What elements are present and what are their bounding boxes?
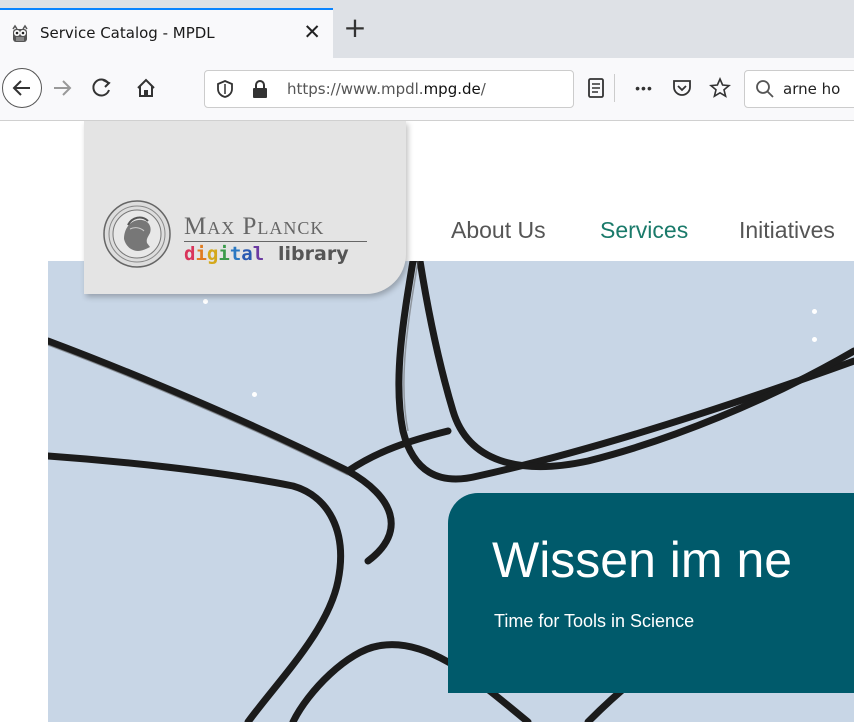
- search-bar[interactable]: arne ho: [744, 70, 854, 108]
- minerva-logo-icon: [103, 200, 171, 268]
- search-icon: [756, 80, 774, 98]
- decorative-dot: [252, 392, 257, 397]
- back-arrow-icon: [12, 80, 30, 96]
- logo-library-text: library: [278, 243, 349, 265]
- menu-item-initiatives[interactable]: Initiatives: [739, 217, 835, 244]
- site-logo[interactable]: Max Planck digital library: [84, 121, 406, 294]
- decorative-dot: [812, 337, 817, 342]
- logo-max-planck-text: Max Planck: [184, 213, 325, 240]
- tab-title: Service Catalog - MPDL: [40, 24, 215, 42]
- hero-title: Wissen im ne: [492, 532, 793, 588]
- pocket-icon: [673, 80, 691, 96]
- reader-view-icon: [588, 78, 604, 98]
- reload-button[interactable]: [86, 72, 118, 104]
- reload-icon: [92, 78, 111, 97]
- pocket-button[interactable]: [666, 72, 698, 104]
- page-actions-icon[interactable]: •••: [624, 72, 664, 104]
- decorative-dot: [203, 299, 208, 304]
- tab-service-catalog[interactable]: Service Catalog - MPDL ✕: [0, 8, 333, 58]
- toolbar-divider: [614, 74, 615, 102]
- menu-item-services[interactable]: Services: [600, 217, 688, 244]
- tab-strip: Service Catalog - MPDL ✕ +: [0, 0, 854, 58]
- home-icon: [137, 78, 155, 97]
- search-input[interactable]: arne ho: [783, 80, 840, 98]
- decorative-dot: [812, 309, 817, 314]
- url-text: https://www.mpdl.mpg.de/: [287, 80, 486, 98]
- new-tab-button[interactable]: +: [340, 14, 370, 44]
- shield-icon[interactable]: [215, 79, 235, 99]
- back-button[interactable]: [2, 68, 42, 108]
- hero-text-card: Wissen im ne Time for Tools in Science: [448, 493, 854, 693]
- bookmark-star-icon: [709, 77, 731, 98]
- navigation-toolbar: https://www.mpdl.mpg.de/ ••• arne ho: [0, 58, 854, 121]
- bookmark-button[interactable]: [704, 72, 736, 104]
- hero-subtitle: Time for Tools in Science: [494, 611, 695, 631]
- forward-arrow-icon: [54, 80, 72, 96]
- reader-view-button[interactable]: [580, 72, 612, 104]
- url-bar[interactable]: https://www.mpdl.mpg.de/: [204, 70, 574, 108]
- logo-digital-text: digital: [184, 243, 265, 265]
- owl-icon: [12, 24, 28, 42]
- close-tab-icon[interactable]: ✕: [303, 20, 321, 44]
- lock-icon[interactable]: [251, 79, 269, 99]
- logo-rule: [184, 241, 367, 242]
- web-page: Max Planck digital library About Us Serv…: [0, 121, 854, 722]
- forward-button[interactable]: [46, 72, 78, 104]
- home-button[interactable]: [130, 72, 162, 104]
- menu-item-about-us[interactable]: About Us: [451, 217, 546, 244]
